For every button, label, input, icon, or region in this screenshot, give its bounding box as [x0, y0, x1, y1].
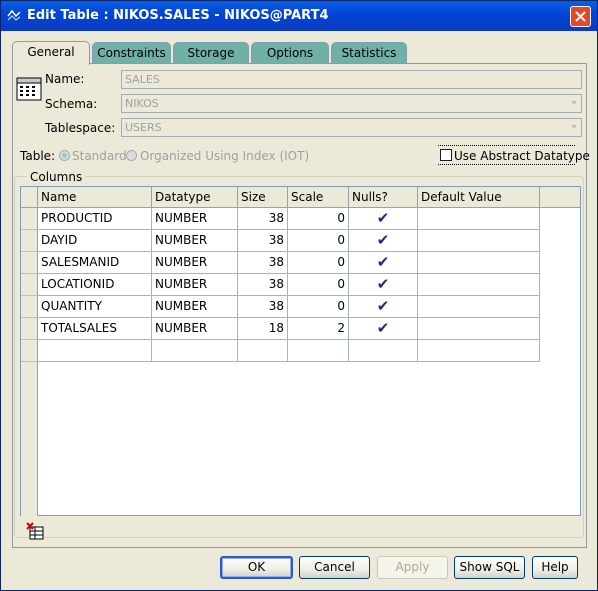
cell-name[interactable]: TOTALSALES — [38, 318, 152, 340]
cell-default-value[interactable] — [418, 230, 540, 252]
header-datatype[interactable]: Datatype — [152, 187, 238, 208]
header-default-value[interactable]: Default Value — [418, 187, 540, 208]
abstract-datatype-checkbox[interactable] — [440, 149, 452, 161]
header-filler — [540, 187, 580, 208]
cell-scale[interactable]: 0 — [288, 208, 349, 230]
chevron-down-icon — [571, 125, 577, 129]
header-size[interactable]: Size — [238, 187, 288, 208]
cell-scale[interactable]: 0 — [288, 296, 349, 318]
cell-default-value[interactable] — [418, 252, 540, 274]
tab-general[interactable]: General — [12, 41, 90, 65]
columns-grid[interactable]: Name Datatype Size Scale Nulls? Default … — [20, 186, 581, 516]
cancel-button[interactable]: Cancel — [299, 556, 370, 579]
cell-size[interactable]: 18 — [238, 318, 288, 340]
window-title: Edit Table : NIKOS.SALES - NIKOS@PART4 — [27, 8, 329, 23]
tablespace-select-value: USERS — [125, 121, 162, 134]
table-type-label: Table: — [20, 149, 56, 163]
tab-constraints[interactable]: Constraints — [92, 42, 171, 64]
nulls-check-icon[interactable]: ✔ — [349, 296, 418, 318]
close-button[interactable] — [570, 6, 591, 27]
nulls-check-icon[interactable]: ✔ — [349, 318, 418, 340]
nulls-check-icon[interactable]: ✔ — [349, 252, 418, 274]
cell-scale[interactable]: 0 — [288, 230, 349, 252]
tablespace-select[interactable]: USERS — [121, 118, 582, 137]
cell-scale-empty[interactable] — [288, 340, 349, 362]
cell-default-value[interactable] — [418, 318, 540, 340]
cell-name[interactable]: QUANTITY — [38, 296, 152, 318]
tab-options[interactable]: Options — [251, 42, 329, 64]
apply-button[interactable]: Apply — [377, 556, 448, 579]
table-icon — [16, 77, 42, 101]
cell-datatype[interactable]: NUMBER — [152, 274, 238, 296]
cell-name[interactable]: LOCATIONID — [38, 274, 152, 296]
cell-name[interactable]: SALESMANID — [38, 252, 152, 274]
tab-storage[interactable]: Storage — [173, 42, 249, 64]
iot-radio[interactable] — [126, 150, 137, 161]
cell-size[interactable]: 38 — [238, 208, 288, 230]
cell-size[interactable]: 38 — [238, 296, 288, 318]
cell-datatype[interactable]: NUMBER — [152, 252, 238, 274]
header-name[interactable]: Name — [38, 187, 152, 208]
cell-datatype[interactable]: NUMBER — [152, 230, 238, 252]
columns-group-label: Columns — [27, 170, 86, 184]
close-icon — [575, 11, 586, 22]
abstract-datatype-label: Use Abstract Datatype — [454, 149, 590, 163]
row-header[interactable] — [21, 274, 38, 296]
cell-default-value[interactable] — [418, 208, 540, 230]
name-field[interactable]: SALES — [121, 70, 582, 89]
cell-scale[interactable]: 0 — [288, 274, 349, 296]
cell-datatype[interactable]: NUMBER — [152, 296, 238, 318]
schema-select-value: NIKOS — [125, 97, 159, 110]
cell-datatype-empty[interactable] — [152, 340, 238, 362]
delete-row-icon[interactable] — [26, 522, 44, 540]
tablespace-label: Tablespace: — [45, 121, 116, 135]
tab-statistics[interactable]: Statistics — [331, 42, 407, 64]
ok-button[interactable]: OK — [220, 556, 293, 579]
cell-name[interactable]: DAYID — [38, 230, 152, 252]
schema-select[interactable]: NIKOS — [121, 94, 582, 113]
cell-size-empty[interactable] — [238, 340, 288, 362]
header-nulls[interactable]: Nulls? — [349, 187, 418, 208]
schema-label: Schema: — [45, 97, 98, 111]
title-bar[interactable]: Edit Table : NIKOS.SALES - NIKOS@PART4 — [1, 1, 597, 31]
name-field-value: SALES — [125, 73, 160, 86]
cell-datatype[interactable]: NUMBER — [152, 208, 238, 230]
cell-size[interactable]: 38 — [238, 252, 288, 274]
row-header[interactable] — [21, 296, 38, 318]
edit-table-window: Edit Table : NIKOS.SALES - NIKOS@PART4 G… — [0, 0, 598, 591]
iot-radio-label: Organized Using Index (IOT) — [140, 149, 310, 163]
row-header[interactable] — [21, 208, 38, 230]
cell-default-value[interactable] — [418, 296, 540, 318]
cell-name-empty[interactable] — [38, 340, 152, 362]
chevron-down-icon — [571, 101, 577, 105]
name-label: Name: — [45, 72, 85, 86]
row-header[interactable] — [21, 340, 38, 362]
cell-scale[interactable]: 0 — [288, 252, 349, 274]
cell-size[interactable]: 38 — [238, 230, 288, 252]
oracle-app-icon — [7, 9, 21, 21]
standard-radio-label: Standard — [72, 149, 127, 163]
cell-scale[interactable]: 2 — [288, 318, 349, 340]
cell-size[interactable]: 38 — [238, 274, 288, 296]
row-header[interactable] — [21, 252, 38, 274]
cell-default-value[interactable] — [418, 274, 540, 296]
cell-datatype[interactable]: NUMBER — [152, 318, 238, 340]
show-sql-button[interactable]: Show SQL — [454, 556, 525, 579]
row-header[interactable] — [21, 230, 38, 252]
corner-header — [21, 187, 38, 208]
row-header-filler — [21, 362, 38, 516]
cell-nulls-empty[interactable] — [349, 340, 418, 362]
header-scale[interactable]: Scale — [288, 187, 349, 208]
help-button[interactable]: Help — [532, 556, 578, 579]
nulls-check-icon[interactable]: ✔ — [349, 208, 418, 230]
row-header[interactable] — [21, 318, 38, 340]
standard-radio[interactable] — [59, 150, 70, 161]
nulls-check-icon[interactable]: ✔ — [349, 274, 418, 296]
cell-name[interactable]: PRODUCTID — [38, 208, 152, 230]
cell-default-empty[interactable] — [418, 340, 540, 362]
nulls-check-icon[interactable]: ✔ — [349, 230, 418, 252]
